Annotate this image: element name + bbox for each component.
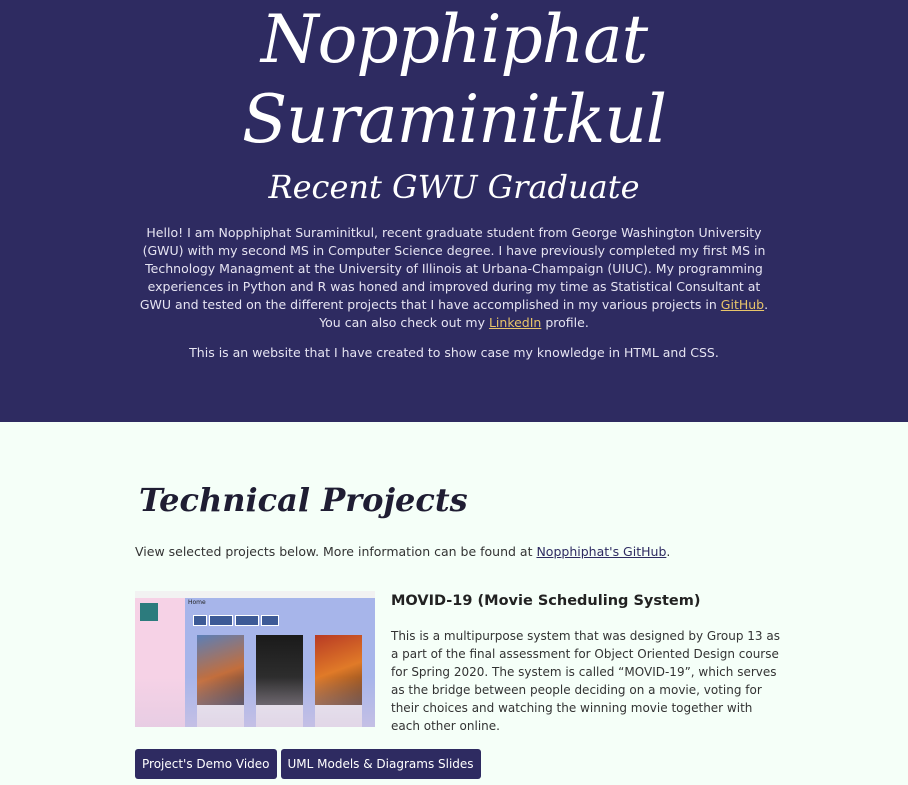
project-card: Home MOVID-19 (Movie Scheduling System) … <box>135 591 908 735</box>
project-info: MOVID-19 (Movie Scheduling System) This … <box>391 591 781 735</box>
hero-intro: Hello! I am Nopphiphat Suraminitkul, rec… <box>134 224 774 362</box>
section-intro: View selected projects below. More infor… <box>135 544 908 559</box>
project-title: MOVID-19 (Movie Scheduling System) <box>391 593 701 609</box>
uml-slides-button[interactable]: UML Models & Diagrams Slides <box>280 749 481 779</box>
section-title: Technical Projects <box>139 481 468 519</box>
thumbnail-browser-bar <box>135 591 375 598</box>
intro-paragraph: Hello! I am Nopphiphat Suraminitkul, rec… <box>134 224 774 332</box>
name-last: Suraminitkul <box>241 81 667 158</box>
showcase-text: This is an website that I have created t… <box>189 345 719 360</box>
thumbnail-button <box>193 615 207 626</box>
project-thumbnail: Home <box>135 591 375 727</box>
github-link[interactable]: GitHub <box>721 297 764 312</box>
thumbnail-avatar <box>140 603 158 621</box>
thumbnail-home-label: Home <box>188 599 206 606</box>
name-first: Nopphiphat <box>260 1 648 78</box>
linkedin-link[interactable]: LinkedIn <box>489 315 541 330</box>
hero-subtitle: Recent GWU Graduate <box>268 168 640 206</box>
intro-text-1: Hello! I am Nopphiphat Suraminitkul, rec… <box>139 225 766 312</box>
project-description: This is a multipurpose system that was d… <box>391 629 780 733</box>
section-intro-text: View selected projects below. More infor… <box>135 544 537 559</box>
page-title: Nopphiphat Suraminitkul <box>174 0 734 160</box>
hero-header: Nopphiphat Suraminitkul Recent GWU Gradu… <box>0 0 908 422</box>
projects-github-link[interactable]: Nopphiphat's GitHub <box>536 544 666 559</box>
project-buttons: Project's Demo Video UML Models & Diagra… <box>135 749 908 779</box>
thumbnail-fade <box>135 677 375 727</box>
section-intro-end: . <box>666 544 671 559</box>
thumbnail-button <box>261 615 279 626</box>
demo-video-button[interactable]: Project's Demo Video <box>135 749 277 779</box>
intro-text-3: profile. <box>541 315 589 330</box>
thumbnail-button <box>209 615 233 626</box>
technical-projects-section: Technical Projects View selected project… <box>0 422 908 779</box>
thumbnail-button <box>235 615 259 626</box>
